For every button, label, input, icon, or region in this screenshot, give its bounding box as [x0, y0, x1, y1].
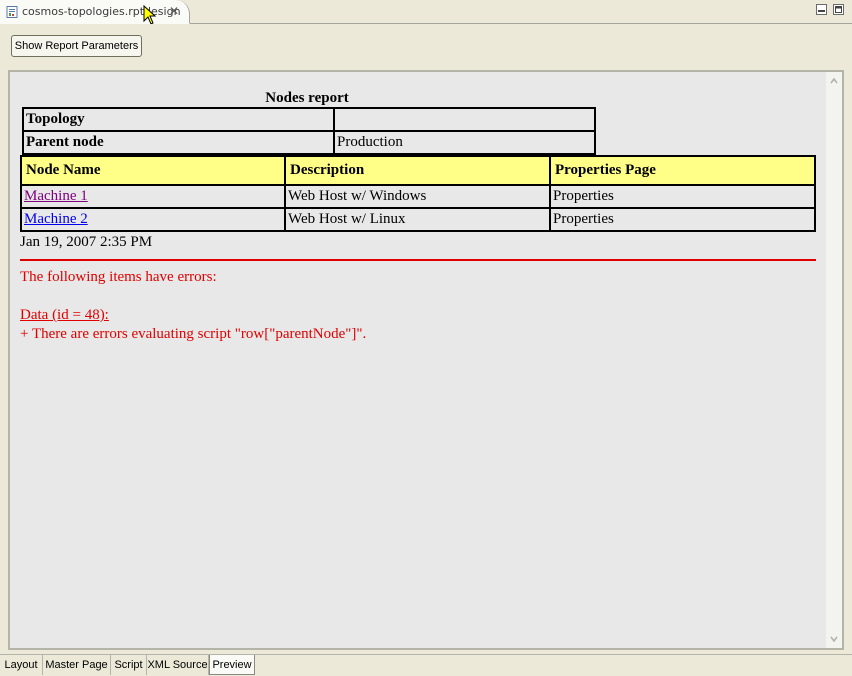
node-link-machine-1[interactable]: Machine 1 — [24, 188, 88, 204]
description-cell: Web Host w/ Windows — [284, 184, 551, 209]
error-detail: + There are errors evaluating script "ro… — [20, 326, 367, 342]
minimize-icon[interactable] — [816, 4, 827, 15]
scroll-up-icon[interactable] — [828, 75, 840, 87]
column-header-description: Description — [284, 155, 551, 186]
properties-cell: Properties — [549, 207, 816, 232]
column-header-node-name: Node Name — [20, 155, 286, 186]
table-row: Topology — [22, 107, 596, 132]
node-name-cell: Machine 1 — [20, 184, 286, 209]
param-label: Parent node — [22, 130, 335, 155]
editor-area: Show Report Parameters Nodes report Topo… — [0, 24, 852, 654]
node-name-cell: Machine 2 — [20, 207, 286, 232]
node-link-machine-2[interactable]: Machine 2 — [24, 211, 88, 227]
table-row: Machine 1 Web Host w/ Windows Properties — [20, 184, 816, 209]
maximize-icon[interactable] — [833, 4, 844, 15]
close-icon[interactable]: ✕ — [168, 5, 180, 17]
column-header-properties-page: Properties Page — [549, 155, 816, 186]
report-file-icon — [6, 5, 18, 18]
table-row: Machine 2 Web Host w/ Linux Properties — [20, 207, 816, 232]
error-divider — [20, 259, 816, 261]
table-row: Parent node Production — [22, 130, 596, 155]
tab-master-page[interactable]: Master Page — [43, 655, 111, 675]
description-cell: Web Host w/ Linux — [284, 207, 551, 232]
scroll-down-icon[interactable] — [828, 633, 840, 645]
error-heading: The following items have errors: — [20, 269, 217, 285]
nodes-table: Node Name Description Properties Page Ma… — [20, 155, 816, 232]
error-item-link[interactable]: Data (id = 48): — [20, 307, 109, 324]
tab-xml-source[interactable]: XML Source — [147, 655, 209, 675]
param-value: Production — [333, 130, 596, 155]
page-tab-bar: Layout Master Page Script XML Source Pre… — [0, 654, 852, 676]
parameter-table: Topology Parent node Production — [22, 107, 596, 155]
tab-preview[interactable]: Preview — [209, 655, 255, 675]
vertical-scrollbar[interactable] — [826, 72, 842, 648]
mouse-cursor-icon — [143, 5, 157, 25]
editor-tab-bar: cosmos-topologies.rptdesign ✕ — [0, 0, 852, 25]
param-value — [333, 107, 596, 132]
table-header-row: Node Name Description Properties Page — [20, 155, 816, 186]
properties-cell: Properties — [549, 184, 816, 209]
show-report-parameters-button[interactable]: Show Report Parameters — [11, 35, 142, 57]
scrollbar-track[interactable] — [828, 88, 840, 632]
tab-script[interactable]: Script — [111, 655, 147, 675]
report-preview: Nodes report Topology Parent node Produc… — [8, 70, 844, 650]
report-title: Nodes report — [265, 90, 349, 106]
param-label: Topology — [22, 107, 335, 132]
editor-tab[interactable]: cosmos-topologies.rptdesign ✕ — [0, 0, 190, 24]
tab-layout[interactable]: Layout — [0, 655, 43, 675]
report-date: Jan 19, 2007 2:35 PM — [20, 234, 153, 250]
